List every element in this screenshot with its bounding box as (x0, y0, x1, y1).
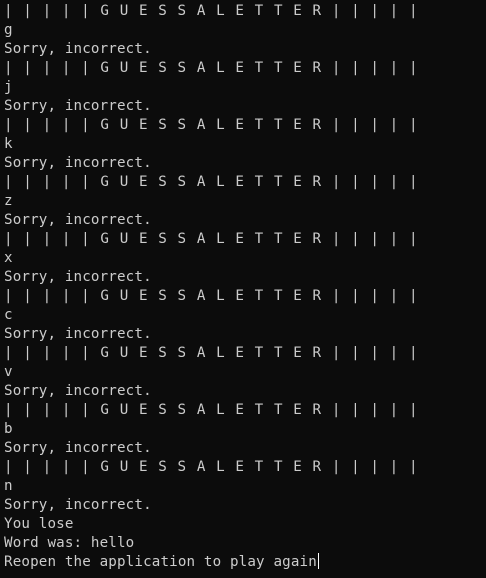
line-text: Sorry, incorrect. (4, 383, 152, 399)
line-text: Sorry, incorrect. (4, 269, 152, 285)
line-text: | | | | | G U E S S A L E T T E R | | | … (4, 345, 420, 361)
line-text: Word was: hello (4, 535, 135, 551)
typed-letter: g (4, 21, 484, 40)
line-text: v (4, 364, 13, 380)
line-text: b (4, 421, 13, 437)
guess-prompt-banner: | | | | | G U E S S A L E T T E R | | | … (4, 344, 484, 363)
feedback-message: Sorry, incorrect. (4, 268, 484, 287)
feedback-message: Sorry, incorrect. (4, 382, 484, 401)
line-text: | | | | | G U E S S A L E T T E R | | | … (4, 174, 420, 190)
feedback-message: Sorry, incorrect. (4, 97, 484, 116)
line-text: x (4, 250, 13, 266)
guess-prompt-banner: | | | | | G U E S S A L E T T E R | | | … (4, 59, 484, 78)
line-text: k (4, 136, 13, 152)
line-text: | | | | | G U E S S A L E T T E R | | | … (4, 288, 420, 304)
line-text: | | | | | G U E S S A L E T T E R | | | … (4, 3, 420, 19)
feedback-message: Sorry, incorrect. (4, 496, 484, 515)
text-cursor (317, 553, 319, 569)
feedback-message: Sorry, incorrect. (4, 211, 484, 230)
line-text: Sorry, incorrect. (4, 497, 152, 513)
line-text: Reopen the application to play again (4, 554, 317, 570)
game-result-line: Reopen the application to play again (4, 553, 484, 572)
game-result-line: You lose (4, 515, 484, 534)
line-text: n (4, 478, 13, 494)
feedback-message: Sorry, incorrect. (4, 40, 484, 59)
typed-letter: j (4, 78, 484, 97)
line-text: z (4, 193, 13, 209)
guess-prompt-banner: | | | | | G U E S S A L E T T E R | | | … (4, 401, 484, 420)
line-text: Sorry, incorrect. (4, 440, 152, 456)
line-text: j (4, 79, 13, 95)
typed-letter: z (4, 192, 484, 211)
typed-letter: v (4, 363, 484, 382)
line-text: | | | | | G U E S S A L E T T E R | | | … (4, 117, 420, 133)
line-text: Sorry, incorrect. (4, 98, 152, 114)
line-text: Sorry, incorrect. (4, 212, 152, 228)
guess-prompt-banner: | | | | | G U E S S A L E T T E R | | | … (4, 2, 484, 21)
typed-letter: n (4, 477, 484, 496)
typed-letter: c (4, 306, 484, 325)
terminal-output: | | | | | G U E S S A L E T T E R | | | … (4, 2, 484, 578)
line-text: | | | | | G U E S S A L E T T E R | | | … (4, 402, 420, 418)
guess-prompt-banner: | | | | | G U E S S A L E T T E R | | | … (4, 173, 484, 192)
line-text: Sorry, incorrect. (4, 326, 152, 342)
guess-prompt-banner: | | | | | G U E S S A L E T T E R | | | … (4, 458, 484, 477)
typed-letter: k (4, 135, 484, 154)
line-text: Sorry, incorrect. (4, 41, 152, 57)
guess-prompt-banner: | | | | | G U E S S A L E T T E R | | | … (4, 116, 484, 135)
typed-letter: x (4, 249, 484, 268)
typed-letter: b (4, 420, 484, 439)
line-text: | | | | | G U E S S A L E T T E R | | | … (4, 459, 420, 475)
line-text: g (4, 22, 13, 38)
feedback-message: Sorry, incorrect. (4, 439, 484, 458)
feedback-message: Sorry, incorrect. (4, 154, 484, 173)
game-result-line: Word was: hello (4, 534, 484, 553)
guess-prompt-banner: | | | | | G U E S S A L E T T E R | | | … (4, 230, 484, 249)
guess-prompt-banner: | | | | | G U E S S A L E T T E R | | | … (4, 287, 484, 306)
line-text: | | | | | G U E S S A L E T T E R | | | … (4, 231, 420, 247)
line-text: c (4, 307, 13, 323)
line-text: You lose (4, 516, 74, 532)
feedback-message: Sorry, incorrect. (4, 325, 484, 344)
line-text: Sorry, incorrect. (4, 155, 152, 171)
line-text: | | | | | G U E S S A L E T T E R | | | … (4, 60, 420, 76)
